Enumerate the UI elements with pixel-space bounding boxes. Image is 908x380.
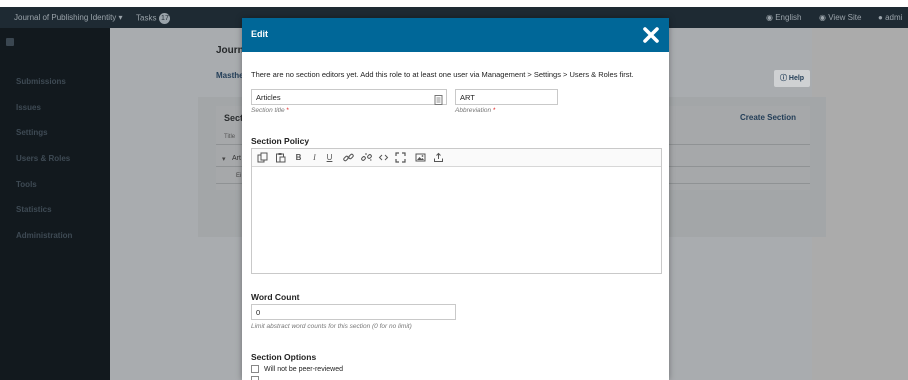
section-options-label: Section Options <box>251 352 317 362</box>
link-icon[interactable] <box>343 152 354 163</box>
logo-icon <box>6 38 14 46</box>
abbreviation-hint: Abbreviation * <box>455 107 495 114</box>
word-count-label: Word Count <box>251 292 300 302</box>
journal-switcher[interactable]: Journal of Publishing Identity ▾ <box>14 13 123 22</box>
checkbox[interactable] <box>251 365 259 373</box>
language-menu[interactable]: ◉ English <box>766 13 801 22</box>
modal-header: Edit <box>242 18 669 52</box>
required-marker: * <box>492 107 496 114</box>
option-label: Will not be peer-reviewed <box>264 365 343 373</box>
section-title-label: Section title <box>251 107 285 114</box>
sidebar-item-submissions[interactable]: Submissions <box>16 77 66 86</box>
tasks-count-badge: 17 <box>159 13 171 24</box>
tab-masthead[interactable]: Masthe <box>216 71 244 80</box>
user-name: admi <box>885 13 903 22</box>
copy-icon[interactable] <box>257 152 268 163</box>
image-icon[interactable] <box>415 152 426 163</box>
page-backdrop <box>812 28 908 380</box>
sidebar-item-users-roles[interactable]: Users & Roles <box>16 154 70 163</box>
sidebar-item-tools[interactable]: Tools <box>16 180 37 189</box>
help-button[interactable]: ⓘ Help <box>774 70 810 87</box>
close-icon <box>643 27 659 43</box>
modal-title: Edit <box>251 29 268 39</box>
journal-name: Journal of Publishing Identity <box>14 13 117 22</box>
globe-icon: ◉ <box>766 13 773 22</box>
user-menu[interactable]: ● admi <box>878 13 902 22</box>
code-icon[interactable] <box>378 152 389 163</box>
section-policy-label: Section Policy <box>251 136 310 146</box>
section-title-hint: Section title * <box>251 107 289 114</box>
create-section-link[interactable]: Create Section <box>740 113 796 122</box>
abbreviation-input[interactable] <box>455 89 558 105</box>
grid-row-sub: Ei <box>236 173 242 179</box>
close-button[interactable] <box>641 25 661 45</box>
expand-row-icon[interactable]: ▾ <box>222 155 226 163</box>
tasks-label: Tasks <box>136 13 157 23</box>
view-site-link[interactable]: ◉ View Site <box>819 13 861 22</box>
help-label: Help <box>788 75 805 82</box>
required-marker: * <box>286 107 289 114</box>
checkbox[interactable] <box>251 376 259 380</box>
fullscreen-icon[interactable] <box>395 152 406 163</box>
language-label: English <box>775 13 802 22</box>
grid-column-header: Title <box>224 134 236 140</box>
sidebar-item-settings[interactable]: Settings <box>16 128 48 137</box>
section-title-input[interactable] <box>251 89 447 105</box>
abbreviation-label: Abbreviation <box>455 107 492 114</box>
paste-icon[interactable] <box>275 152 286 163</box>
help-icon: ⓘ <box>779 75 787 82</box>
view-site-label: View Site <box>828 13 862 22</box>
sidebar-item-administration[interactable]: Administration <box>16 231 72 240</box>
sidebar-item-issues[interactable]: Issues <box>16 103 41 112</box>
eye-icon: ◉ <box>819 13 826 22</box>
chevron-down-icon: ▾ <box>118 13 123 22</box>
user-icon: ● <box>878 13 883 22</box>
option-next[interactable] <box>251 376 264 380</box>
word-count-hint: Limit abstract word counts for this sect… <box>251 323 412 330</box>
sidebar-item-statistics[interactable]: Statistics <box>16 205 52 214</box>
multilingual-icon[interactable] <box>434 92 443 105</box>
grid-title: Sect <box>224 113 244 123</box>
edit-section-modal: Edit There are no section editors yet. A… <box>242 18 669 380</box>
word-count-input[interactable] <box>251 304 456 320</box>
sidebar: Submissions Issues Settings Users & Role… <box>0 28 110 380</box>
underline-icon[interactable]: U <box>324 152 335 163</box>
unlink-icon[interactable] <box>361 152 372 163</box>
grid-row-label: Art <box>232 155 241 162</box>
italic-icon[interactable]: I <box>309 152 320 163</box>
tasks-link[interactable]: Tasks 17 <box>136 13 171 24</box>
option-not-peer-reviewed[interactable]: Will not be peer-reviewed <box>251 365 343 373</box>
upload-icon[interactable] <box>433 152 444 163</box>
editor-toolbar: B I U <box>252 149 661 167</box>
section-policy-editor[interactable]: B I U <box>251 148 662 274</box>
no-editors-notice: There are no section editors yet. Add th… <box>251 70 634 79</box>
bold-icon[interactable]: B <box>293 152 304 163</box>
